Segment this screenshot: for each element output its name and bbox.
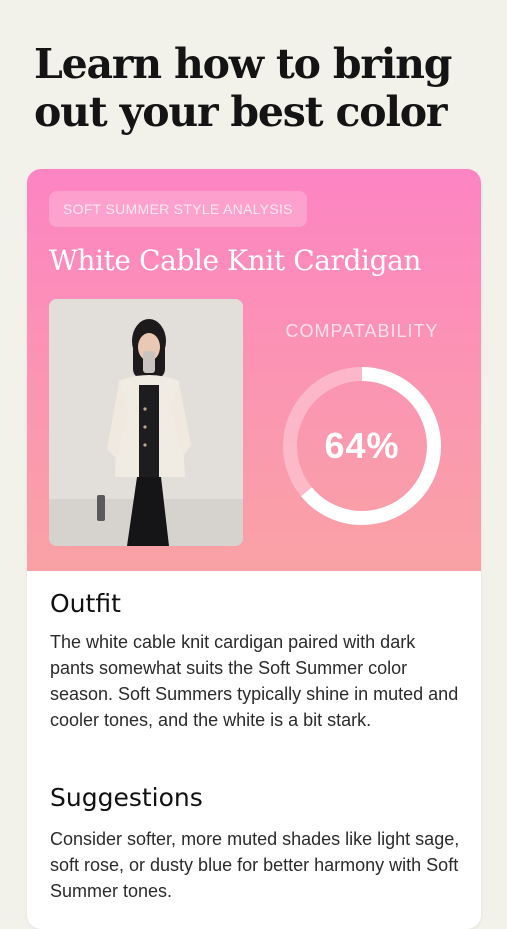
card-hero: SOFT SUMMER STYLE ANALYSIS White Cable K… xyxy=(27,169,481,571)
headline-line-1: Learn how to bring xyxy=(34,40,452,88)
analysis-tag: SOFT SUMMER STYLE ANALYSIS xyxy=(49,191,307,227)
page-headline: Learn how to bring out your best color xyxy=(34,40,494,136)
outfit-photo xyxy=(49,299,243,546)
suggestions-heading: Suggestions xyxy=(50,783,203,812)
item-title: White Cable Knit Cardigan xyxy=(49,244,422,277)
headline-line-2: out your best color xyxy=(34,88,448,136)
outfit-heading: Outfit xyxy=(50,589,121,618)
style-analysis-card[interactable]: SOFT SUMMER STYLE ANALYSIS White Cable K… xyxy=(27,169,481,929)
compatibility-label: COMPATABILITY xyxy=(285,321,439,341)
compatibility-percent: 64% xyxy=(324,425,400,466)
suggestions-description: Consider softer, more muted shades like … xyxy=(50,829,460,901)
outfit-description: The white cable knit cardigan paired wit… xyxy=(50,632,459,730)
